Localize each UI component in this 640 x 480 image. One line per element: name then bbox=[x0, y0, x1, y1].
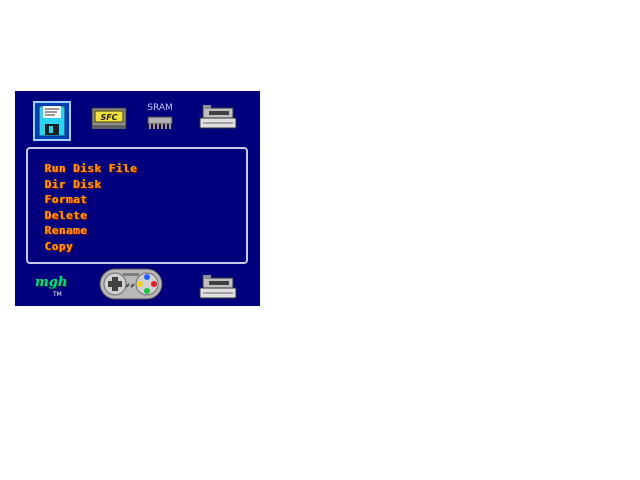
disk-menu-panel: Run Disk File Dir Disk Format Delete Ren… bbox=[26, 147, 248, 264]
sram-chip-icon bbox=[147, 116, 173, 129]
menu-item-run-disk-file[interactable]: Run Disk File bbox=[45, 161, 138, 177]
main-screen: SFC SRAM Run Disk File Dir Disk Format D… bbox=[15, 91, 260, 306]
tape-drive-button-bottom[interactable] bbox=[199, 274, 237, 302]
logo-text: mgh bbox=[35, 275, 68, 290]
menu-item-format[interactable]: Format bbox=[45, 192, 138, 208]
gamepad-button[interactable] bbox=[99, 267, 163, 301]
svg-text:SFC: SFC bbox=[100, 113, 117, 122]
tape-drive-icon bbox=[199, 105, 237, 129]
tape-drive-icon bbox=[199, 275, 237, 299]
menu-item-rename[interactable]: Rename bbox=[45, 223, 138, 239]
logo-trademark: TM bbox=[53, 291, 62, 298]
disk-menu-button[interactable] bbox=[33, 101, 71, 141]
menu-item-delete[interactable]: Delete bbox=[45, 208, 138, 224]
sfc-cartridge-button[interactable]: SFC bbox=[91, 104, 127, 130]
tape-drive-button[interactable] bbox=[199, 104, 237, 132]
brand-logo: mgh TM bbox=[35, 275, 71, 299]
sram-button[interactable]: SRAM bbox=[143, 103, 177, 133]
disk-menu-list: Run Disk File Dir Disk Format Delete Ren… bbox=[45, 161, 138, 254]
sfc-cartridge-icon: SFC bbox=[91, 107, 127, 129]
floppy-disk-icon bbox=[38, 105, 66, 137]
gamepad-icon bbox=[99, 268, 163, 300]
menu-item-copy[interactable]: Copy bbox=[45, 239, 138, 255]
menu-item-dir-disk[interactable]: Dir Disk bbox=[45, 177, 138, 193]
